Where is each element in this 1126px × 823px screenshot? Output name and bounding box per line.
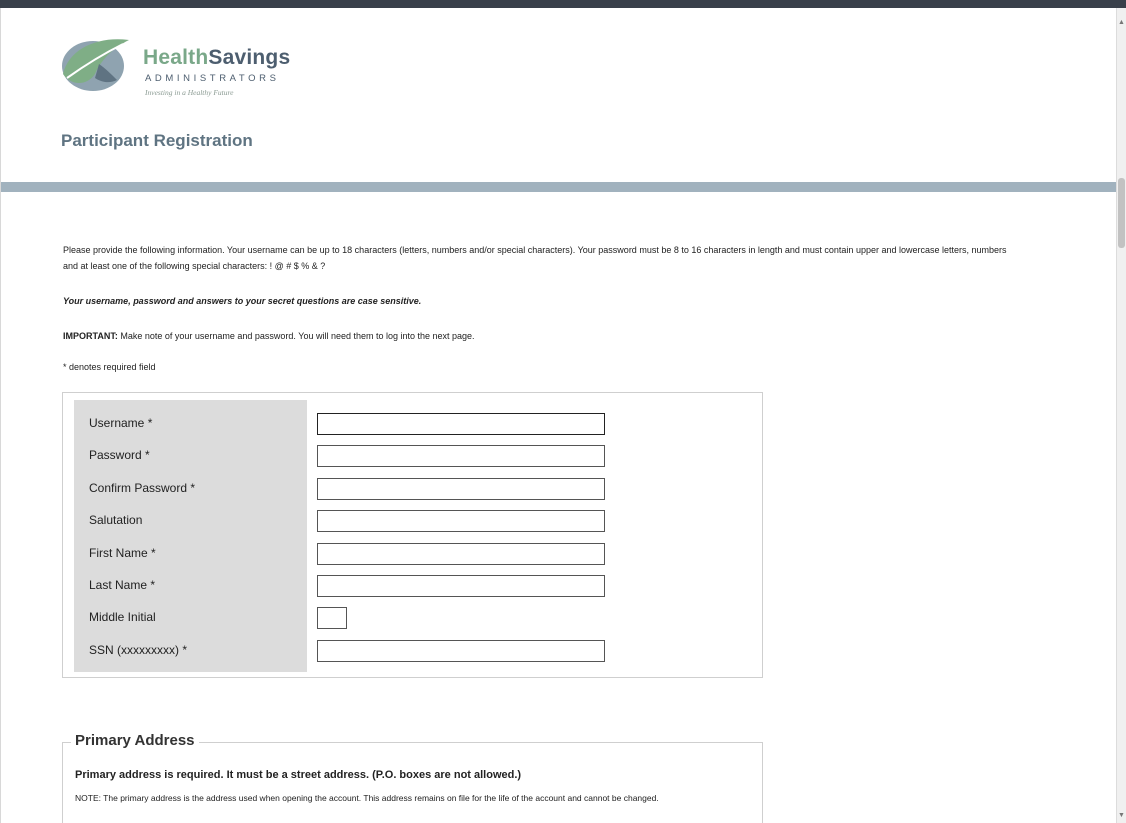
case-sensitive-note: Your username, password and answers to y… — [63, 296, 422, 306]
last-name-field[interactable] — [317, 575, 605, 597]
password-label: Password * — [89, 448, 150, 462]
registration-instructions: Please provide the following information… — [63, 245, 1007, 271]
salutation-label: Salutation — [89, 513, 143, 527]
salutation-field[interactable] — [317, 510, 605, 532]
last-name-label: Last Name * — [89, 578, 156, 592]
ssn-field[interactable] — [317, 640, 605, 662]
leaf-logo-icon — [62, 39, 129, 91]
important-note: IMPORTANT: Make note of your username an… — [63, 328, 475, 344]
important-text: Make note of your username and password.… — [117, 331, 475, 341]
primary-address-heading: Primary Address — [71, 732, 199, 749]
page-content: HealthSavings ADMINISTRATORS Investing i… — [0, 8, 1118, 823]
confirm-password-label: Confirm Password * — [89, 481, 196, 495]
required-field-note: * denotes required field — [63, 362, 156, 372]
logo-tagline: Investing in a Healthy Future — [145, 88, 234, 97]
logo-wordmark: HealthSavings — [143, 46, 291, 69]
primary-address-note: NOTE: The primary address is the address… — [75, 793, 659, 803]
middle-initial-label: Middle Initial — [89, 610, 156, 624]
scroll-up-arrow-icon[interactable]: ▲ — [1118, 18, 1125, 28]
scrollbar-thumb[interactable] — [1118, 178, 1125, 248]
scroll-down-arrow-icon[interactable]: ▼ — [1118, 811, 1125, 821]
window-top-edge — [0, 0, 1126, 8]
username-field[interactable] — [317, 413, 605, 435]
primary-address-section — [62, 742, 763, 823]
username-label: Username * — [89, 416, 153, 430]
first-name-field[interactable] — [317, 543, 605, 565]
page-title: Participant Registration — [61, 131, 253, 150]
vertical-scrollbar[interactable]: ▲ ▼ — [1116, 8, 1126, 823]
logo-subtitle: ADMINISTRATORS — [145, 73, 280, 84]
header-divider-bar — [1, 182, 1118, 192]
healthsavings-logo[interactable]: HealthSavings ADMINISTRATORS Investing i… — [59, 26, 319, 106]
important-label: IMPORTANT: — [63, 331, 118, 341]
middle-initial-field[interactable] — [317, 607, 347, 629]
primary-address-requirement: Primary address is required. It must be … — [75, 769, 522, 781]
confirm-password-field[interactable] — [317, 478, 605, 500]
registration-form: Username * Password * Confirm Password *… — [62, 392, 763, 678]
password-field[interactable] — [317, 445, 605, 467]
browser-viewport: HealthSavings ADMINISTRATORS Investing i… — [0, 0, 1126, 823]
ssn-label: SSN (xxxxxxxxx) * — [89, 643, 188, 657]
label-column — [74, 400, 307, 672]
first-name-label: First Name * — [89, 546, 156, 560]
